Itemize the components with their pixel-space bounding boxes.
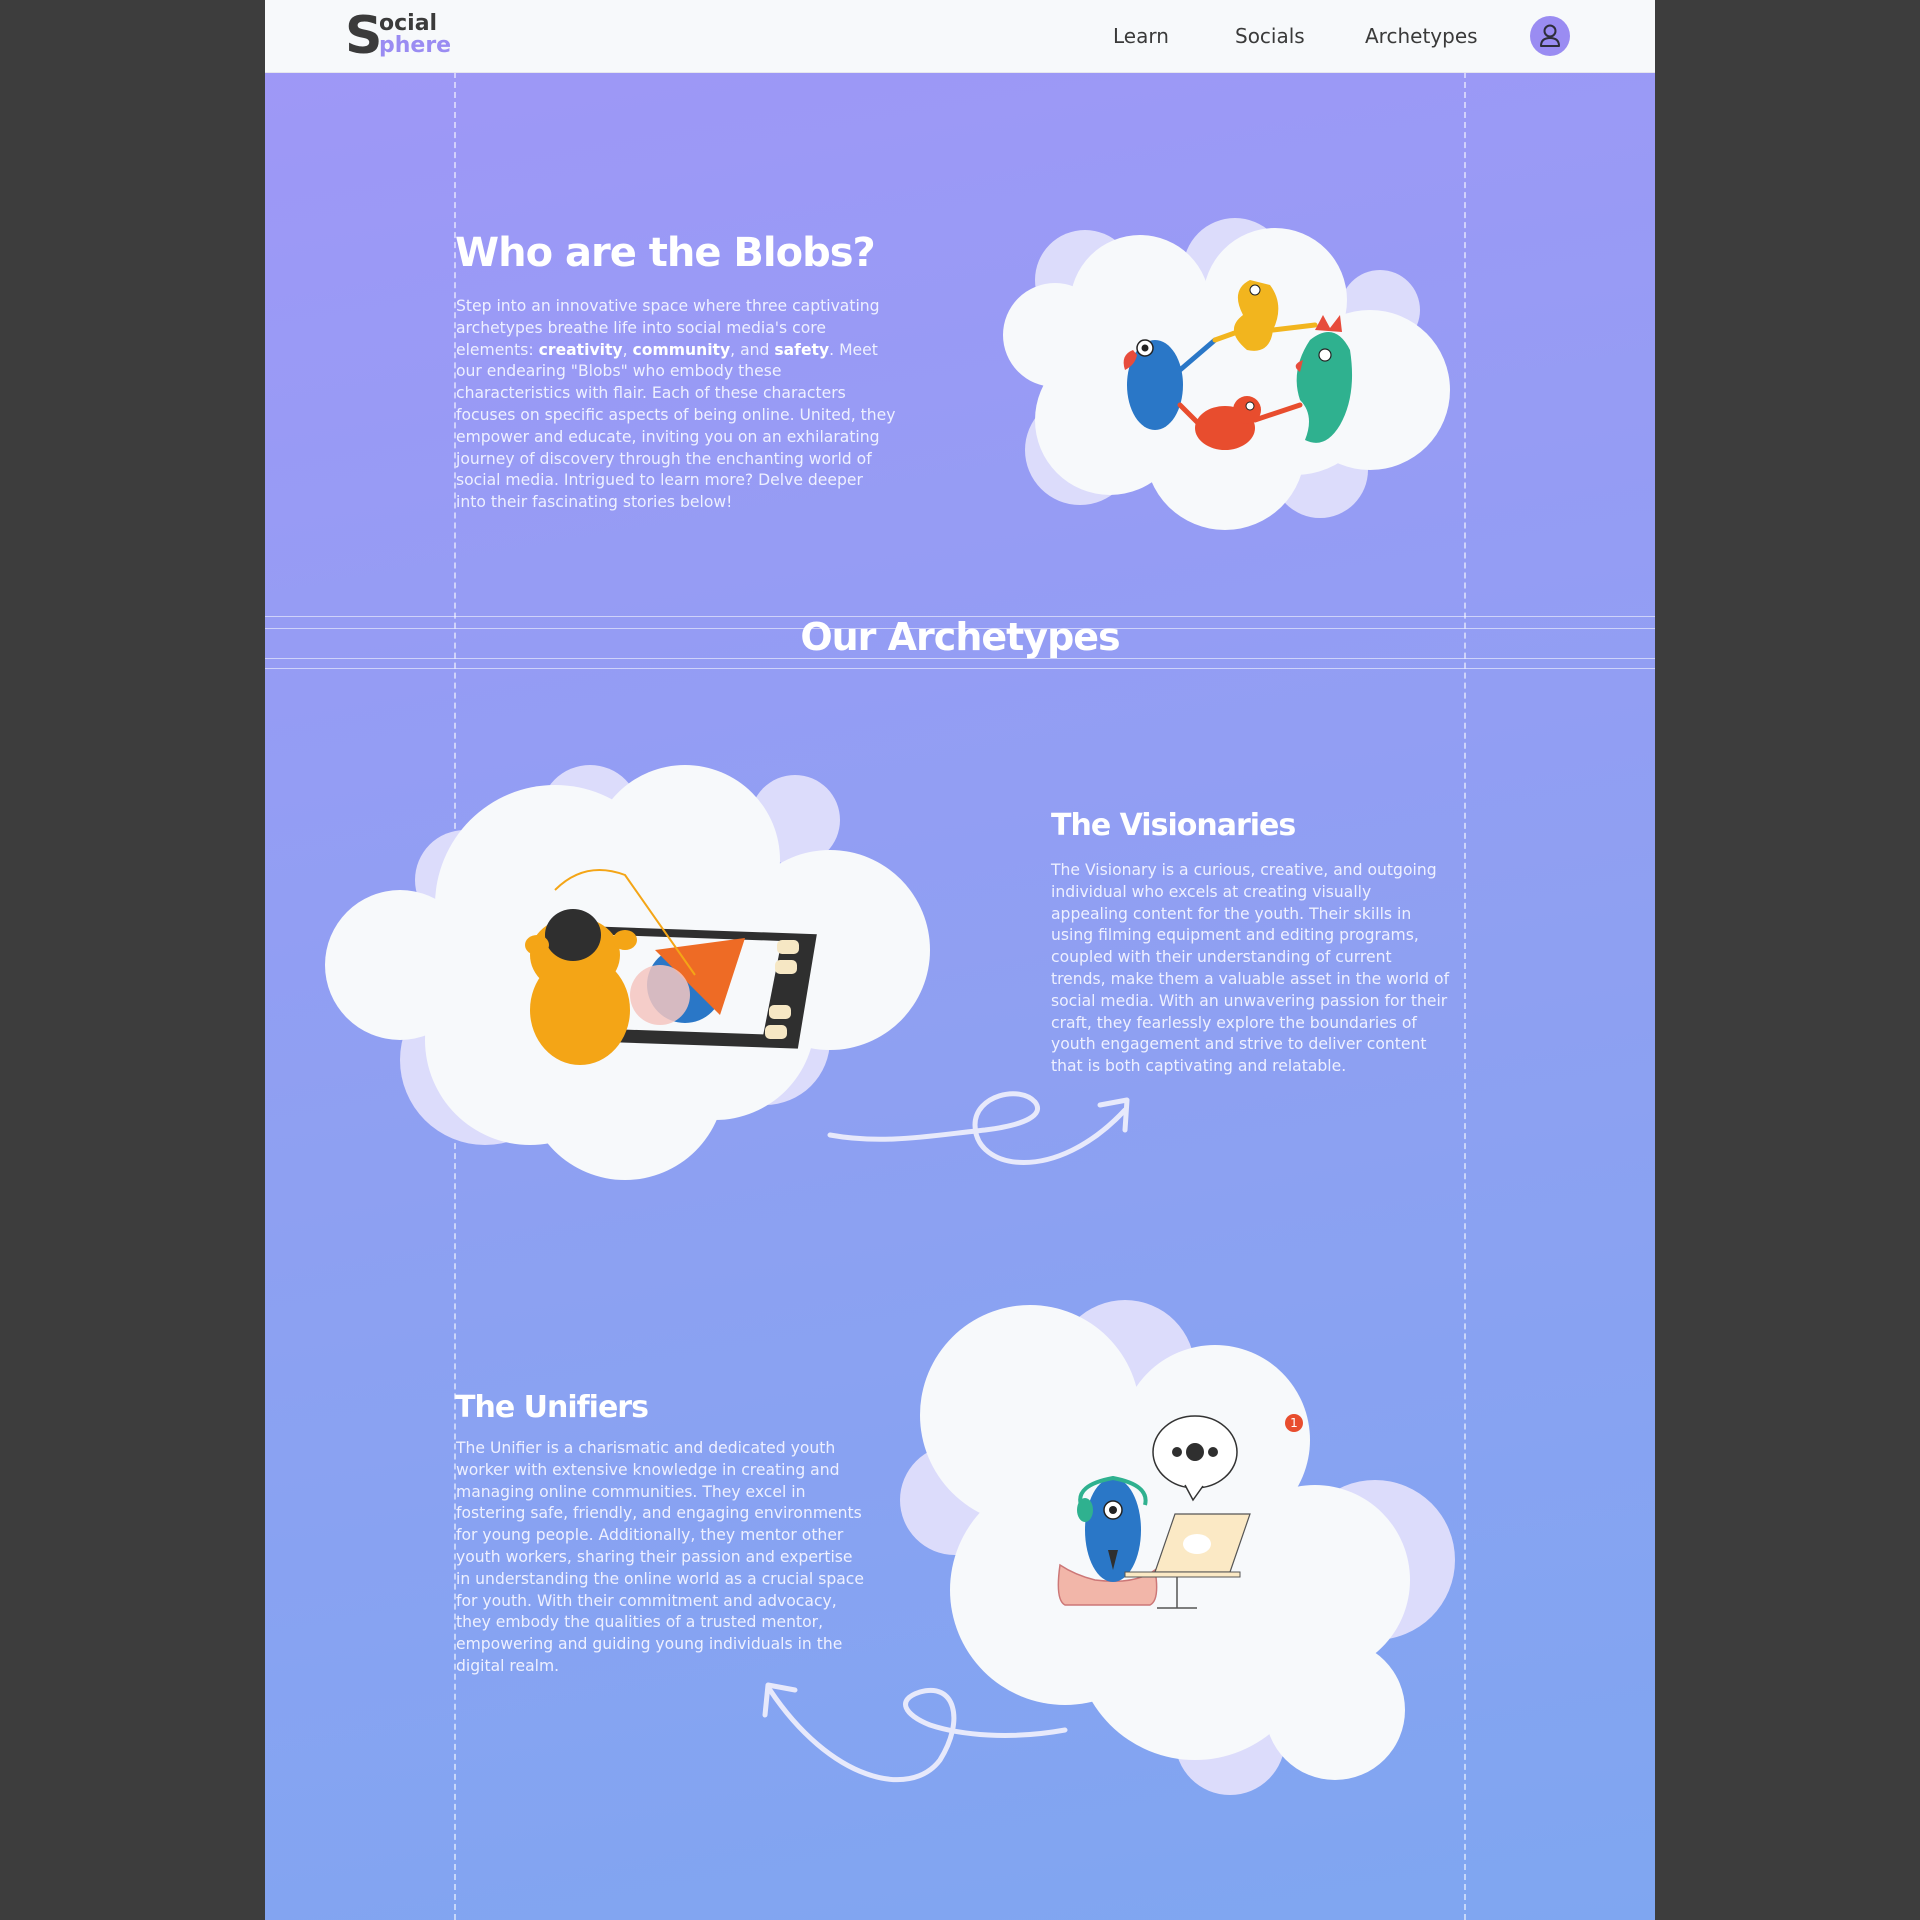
unifiers-description: The Unifier is a charismatic and dedicat…: [456, 1439, 864, 1675]
arrow-decoration: [762, 1682, 1068, 1783]
notification-badge: 1: [1285, 1414, 1303, 1432]
intro-bold-creativity: creativity: [538, 340, 623, 359]
user-icon: [1540, 24, 1560, 47]
user-account-button[interactable]: [1530, 16, 1570, 56]
unifiers-title: The Unifiers: [455, 1390, 649, 1425]
arrow-decoration: [827, 1091, 1130, 1165]
nav-link-socials[interactable]: Socials: [1235, 24, 1305, 48]
nav-link-learn[interactable]: Learn: [1113, 24, 1169, 48]
archetypes-section-title: Our Archetypes: [800, 615, 1120, 659]
visionaries-description: The Visionary is a curious, creative, an…: [1051, 861, 1450, 1076]
intro-paragraph: Step into an innovative space where thre…: [456, 296, 896, 514]
intro-separator: ,: [622, 340, 633, 359]
logo-text-bottom: phere: [379, 33, 452, 58]
logo-letter: S: [345, 6, 383, 66]
intro-text-end: . Meet our endearing "Blobs" who embody …: [456, 340, 896, 512]
intro-bold-community: community: [632, 340, 731, 359]
intro-title: Who are the Blobs?: [455, 230, 876, 276]
visionaries-title: The Visionaries: [1051, 808, 1296, 843]
page: S ocial phere Learn Socials Archetypes W…: [265, 0, 1655, 1920]
blobs-group-illustration: [1003, 218, 1450, 530]
intro-separator: , and: [730, 340, 775, 359]
logo[interactable]: S ocial phere: [345, 6, 475, 66]
intro-bold-safety: safety: [774, 340, 830, 359]
nav-link-archetypes[interactable]: Archetypes: [1365, 24, 1478, 48]
divider-line: [265, 668, 1655, 669]
top-navigation: S ocial phere Learn Socials Archetypes: [265, 0, 1655, 73]
